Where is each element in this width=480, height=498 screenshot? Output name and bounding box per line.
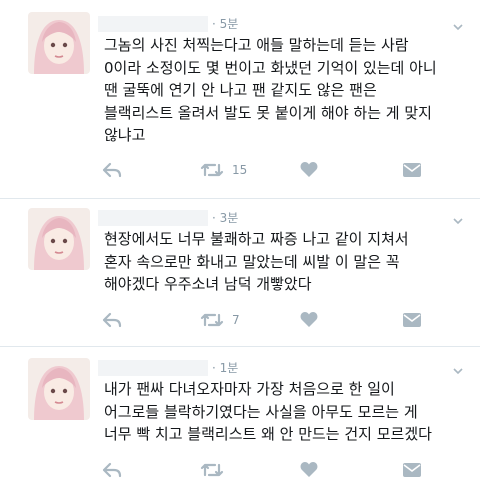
retweet-icon <box>200 462 224 478</box>
retweet-button[interactable] <box>200 460 232 480</box>
tweet-actions: 15 <box>100 160 440 180</box>
tweet-3[interactable]: · 1분 내가 팬싸 다녀오자마자 가장 처음으로 한 일이 어그로들 블락하기… <box>0 346 480 498</box>
retweet-button[interactable]: 15 <box>200 160 247 180</box>
tweet-timestamp[interactable]: · 1분 <box>212 360 238 376</box>
like-button[interactable] <box>300 460 326 480</box>
envelope-icon <box>402 462 422 478</box>
user-name-redacted <box>98 210 208 226</box>
dm-button[interactable] <box>402 310 422 330</box>
dm-button[interactable] <box>402 160 422 180</box>
envelope-icon <box>402 162 422 178</box>
retweet-icon <box>200 312 224 328</box>
reply-button[interactable] <box>102 310 122 330</box>
tweet-actions <box>100 460 440 480</box>
chevron-down-icon[interactable] <box>452 362 464 375</box>
tweet-text: 현장에서도 너무 불쾌하고 짜증 나고 같이 지쳐서 혼자 속으로만 화내고 말… <box>104 230 409 293</box>
tweet-1[interactable]: · 5분 그놈의 사진 처찍는다고 애들 말하는데 듣는 사람 0이라 소정이도… <box>0 0 480 199</box>
reply-button[interactable] <box>102 160 122 180</box>
retweet-icon <box>200 162 224 178</box>
reply-icon <box>102 312 122 328</box>
heart-icon <box>300 312 318 328</box>
tweet-text: 내가 팬싸 다녀오자마자 가장 처음으로 한 일이 어그로들 블락하기였다는 사… <box>104 380 432 443</box>
tweet-text: 그놈의 사진 처찍는다고 애들 말하는데 듣는 사람 0이라 소정이도 몇 번이… <box>104 36 437 144</box>
tweet-timestamp[interactable]: · 3분 <box>212 210 238 226</box>
reply-icon <box>102 462 122 478</box>
avatar[interactable] <box>28 358 90 420</box>
dm-button[interactable] <box>402 460 422 480</box>
envelope-icon <box>402 312 422 328</box>
like-button[interactable] <box>300 310 326 330</box>
avatar[interactable] <box>28 208 90 270</box>
reply-icon <box>102 162 122 178</box>
retweet-count: 15 <box>232 163 248 177</box>
like-button[interactable] <box>300 160 326 180</box>
heart-icon <box>300 462 318 478</box>
tweet-timestamp[interactable]: · 5분 <box>212 16 238 32</box>
retweet-count: 7 <box>232 313 240 327</box>
retweet-button[interactable]: 7 <box>200 310 240 330</box>
tweet-actions: 7 <box>100 310 440 330</box>
chevron-down-icon[interactable] <box>452 212 464 225</box>
heart-icon <box>300 162 318 178</box>
chevron-down-icon[interactable] <box>452 18 464 31</box>
user-name-redacted <box>98 16 208 32</box>
avatar[interactable] <box>28 12 90 74</box>
user-name-redacted <box>98 360 208 376</box>
tweet-2[interactable]: · 3분 현장에서도 너무 불쾌하고 짜증 나고 같이 지쳐서 혼자 속으로만 … <box>0 198 480 347</box>
reply-button[interactable] <box>102 460 122 480</box>
